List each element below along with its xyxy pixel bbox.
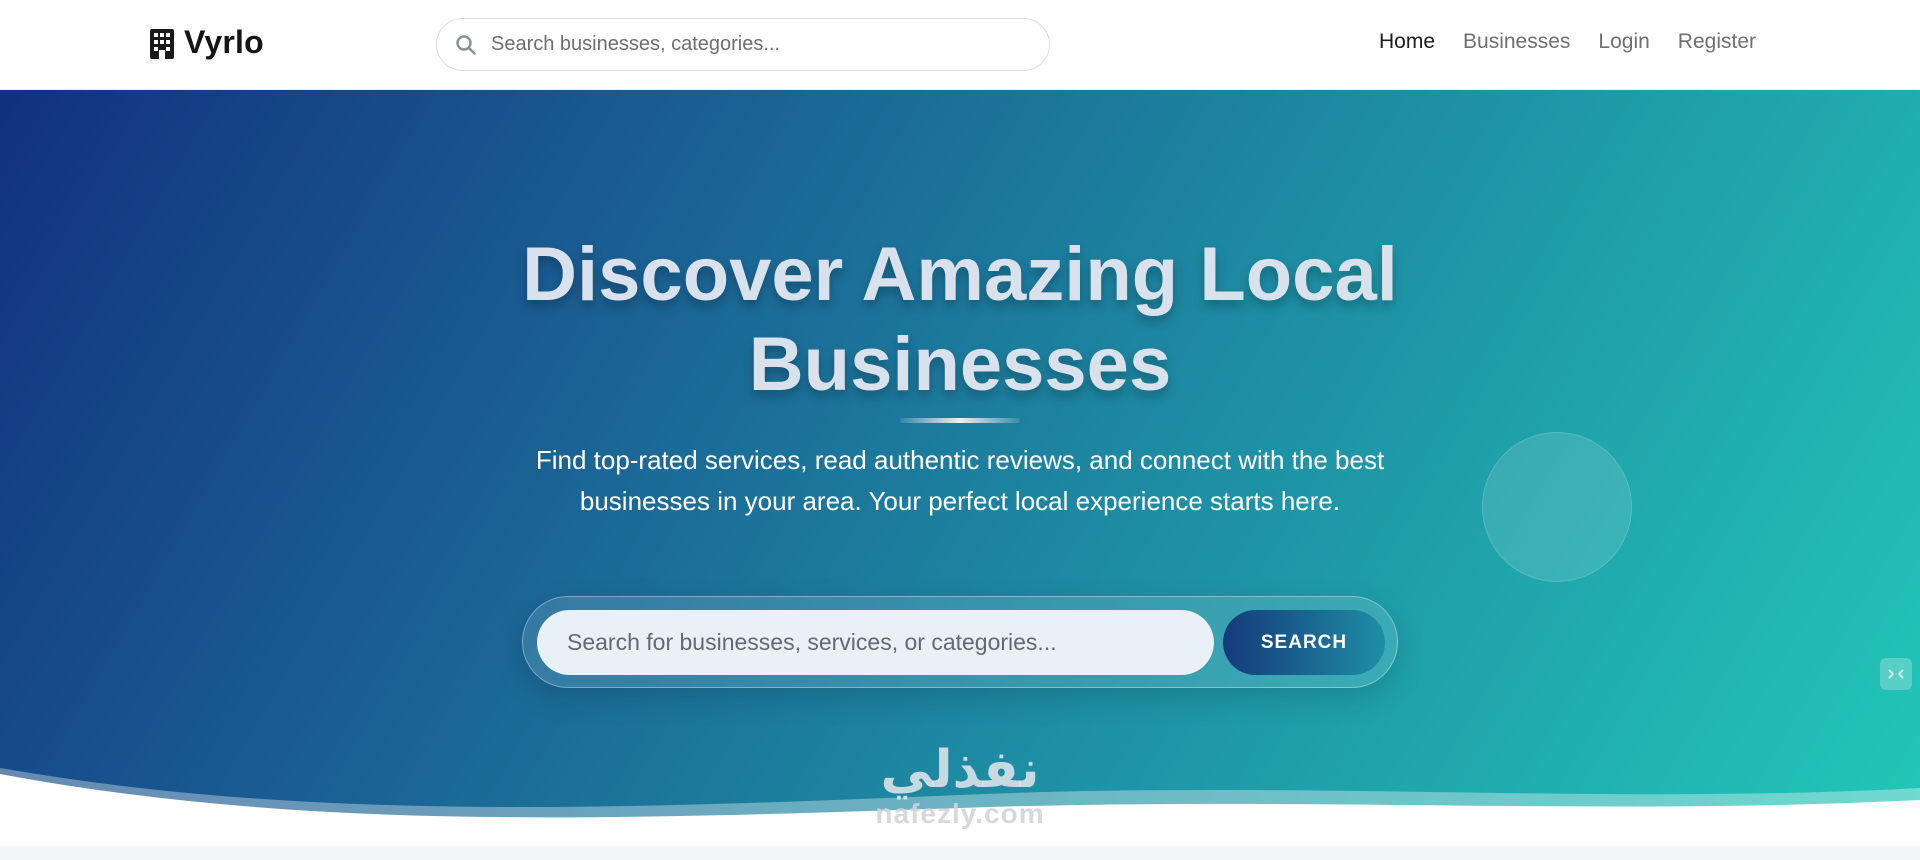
watermark-url: nafezly.com [875,798,1045,829]
hero-search-form: SEARCH [522,596,1398,688]
header-search-input[interactable] [491,33,1011,56]
watermark-logo: نفذلي nafezly.com [850,742,1070,830]
hero-search-field[interactable] [537,610,1214,675]
chat-widget-icon[interactable] [1880,658,1912,690]
hero-title: Discover Amazing Local Businesses [0,230,1920,410]
site-header: Vyrlo Home Businesses Login Register [0,0,1920,90]
title-divider [900,418,1020,423]
decorative-bubble [1482,432,1632,582]
main-nav: Home Businesses Login Register [1379,30,1756,54]
nav-businesses[interactable]: Businesses [1463,30,1570,54]
brand-name: Vyrlo [184,24,264,60]
nav-register[interactable]: Register [1678,30,1756,54]
nav-login[interactable]: Login [1598,30,1649,54]
hero-search-input[interactable] [567,629,1187,656]
nav-home[interactable]: Home [1379,30,1435,54]
search-button[interactable]: SEARCH [1223,610,1385,675]
hero-title-line1: Discover Amazing Local [522,232,1398,317]
brand-logo[interactable]: Vyrlo [148,24,264,61]
hero-subtitle: Find top-rated services, read authentic … [535,445,1385,516]
building-icon [148,27,176,59]
header-search-bar[interactable] [436,18,1050,71]
section-divider-strip [0,846,1920,860]
hero-title-line2: Businesses [748,322,1172,407]
watermark-arabic: نفذلي [880,740,1040,800]
search-icon [455,34,477,56]
